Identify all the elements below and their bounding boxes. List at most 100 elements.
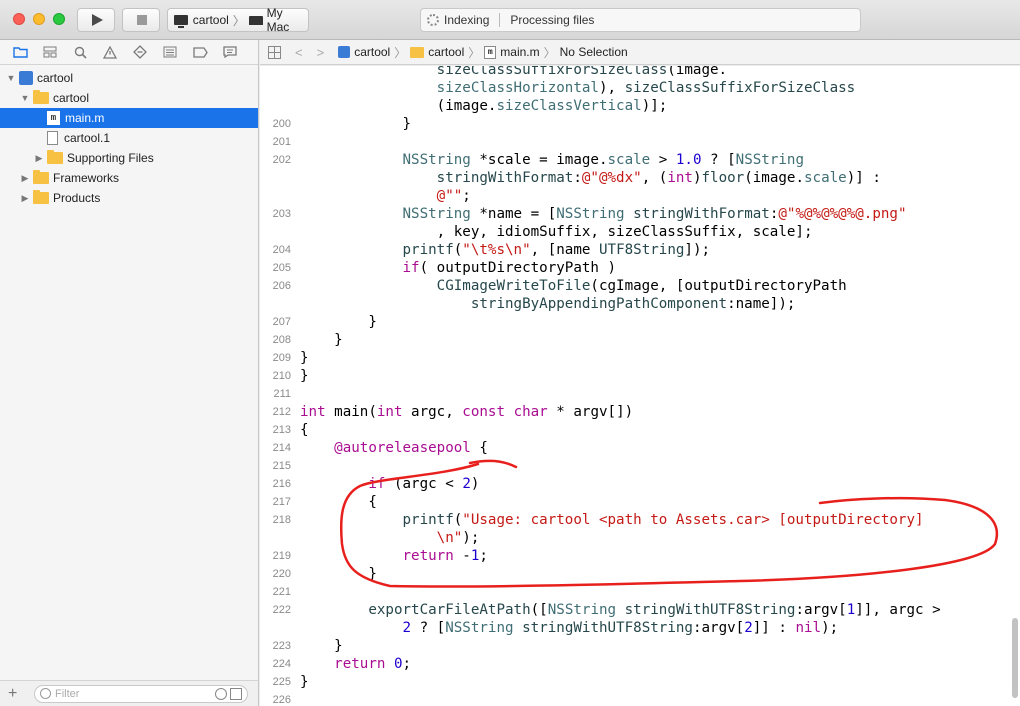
- code-text[interactable]: CGImageWriteToFile(cgImage, [outputDirec…: [300, 277, 847, 295]
- line-number: 211: [273, 388, 291, 400]
- code-text[interactable]: }: [300, 349, 309, 367]
- line-number: 214: [272, 442, 291, 454]
- code-text[interactable]: NSString *scale = image.scale > 1.0 ? [N…: [300, 151, 805, 169]
- code-text[interactable]: NSString *name = [NSString stringWithFor…: [300, 205, 907, 223]
- code-text[interactable]: }: [300, 637, 343, 655]
- test-diamond-icon[interactable]: [131, 43, 149, 61]
- code-text[interactable]: }: [300, 313, 377, 331]
- zoom-window-button[interactable]: [53, 13, 65, 25]
- tree-item[interactable]: ▶ Frameworks: [0, 168, 258, 188]
- disclosure-open-icon[interactable]: ▼: [20, 93, 30, 103]
- line-number: 217: [272, 496, 291, 508]
- code-line: stringWithFormat:@"@%dx", (int)floor(ima…: [260, 169, 1020, 187]
- scm-filter-icon[interactable]: [230, 687, 242, 700]
- line-number: 210: [272, 370, 291, 382]
- source-editor[interactable]: sizeClassSuffixForSizeClass(image. sizeC…: [260, 66, 1020, 706]
- code-text[interactable]: \n");: [300, 529, 480, 547]
- terminal-icon: [174, 15, 188, 28]
- stop-button[interactable]: [122, 8, 160, 32]
- code-line: 206 CGImageWriteToFile(cgImage, [outputD…: [260, 277, 1020, 295]
- filter-options: [215, 687, 242, 700]
- code-text[interactable]: {: [300, 493, 377, 511]
- disclosure-open-icon[interactable]: ▼: [6, 73, 16, 83]
- report-icon[interactable]: [221, 43, 239, 61]
- clock-icon[interactable]: [215, 687, 227, 700]
- disclosure-closed-icon[interactable]: ▶: [20, 193, 30, 204]
- folder-icon: [33, 90, 49, 104]
- code-line: 217 {: [260, 493, 1020, 511]
- code-text[interactable]: , key, idiomSuffix, sizeClassSuffix, sca…: [300, 223, 813, 241]
- code-text[interactable]: return -1;: [300, 547, 488, 565]
- line-number: 206: [272, 280, 291, 292]
- line-number: 205: [272, 262, 291, 274]
- close-window-button[interactable]: [13, 13, 25, 25]
- forward-arrow-icon[interactable]: >: [317, 45, 325, 60]
- code-text[interactable]: {: [300, 421, 309, 439]
- code-text[interactable]: sizeClassHorizontal), sizeClassSuffixFor…: [300, 79, 856, 97]
- chevron-right-icon: 〉: [468, 45, 481, 60]
- code-line: 216 if (argc < 2): [260, 475, 1020, 493]
- code-text[interactable]: stringByAppendingPathComponent:name]);: [300, 295, 796, 313]
- code-text[interactable]: }: [300, 367, 309, 385]
- minimize-window-button[interactable]: [33, 13, 45, 25]
- tree-item-label: cartool: [37, 71, 74, 85]
- filter-field[interactable]: Filter: [34, 684, 248, 703]
- code-line: 221: [260, 583, 1020, 601]
- code-text[interactable]: }: [300, 673, 309, 691]
- code-line: 219 return -1;: [260, 547, 1020, 565]
- debug-icon[interactable]: [161, 43, 179, 61]
- search-icon[interactable]: [71, 43, 89, 61]
- code-text[interactable]: }: [300, 565, 377, 583]
- line-number: 201: [272, 136, 291, 148]
- play-icon: [92, 14, 103, 26]
- line-number: 225: [272, 676, 291, 688]
- filter-icon: [40, 688, 51, 699]
- code-text[interactable]: @"";: [300, 187, 471, 205]
- code-text[interactable]: @autoreleasepool {: [300, 439, 488, 457]
- tree-item[interactable]: ▼ cartool: [0, 68, 258, 88]
- tree-item[interactable]: ▶ Supporting Files: [0, 148, 258, 168]
- stop-icon: [137, 15, 147, 25]
- code-text[interactable]: return 0;: [300, 655, 411, 673]
- add-icon[interactable]: +: [8, 685, 24, 703]
- line-number: 203: [272, 208, 291, 220]
- code-text[interactable]: }: [300, 115, 411, 133]
- breadcrumb-project[interactable]: cartool: [354, 45, 390, 59]
- scheme-target: cartool: [192, 13, 229, 27]
- code-text[interactable]: printf("\t%s\n", [name UTF8String]);: [300, 241, 711, 259]
- code-text[interactable]: }: [300, 331, 343, 349]
- code-text[interactable]: printf("Usage: cartool <path to Assets.c…: [300, 511, 924, 529]
- code-text[interactable]: stringWithFormat:@"@%dx", (int)floor(ima…: [300, 169, 881, 187]
- code-text[interactable]: exportCarFileAtPath([NSString stringWith…: [300, 601, 940, 619]
- breadcrumb-group[interactable]: cartool: [428, 45, 464, 59]
- code-text[interactable]: 2 ? [NSString stringWithUTF8String:argv[…: [300, 619, 839, 637]
- code-text[interactable]: if( outputDirectoryPath ): [300, 259, 617, 277]
- related-items-icon[interactable]: [268, 45, 281, 59]
- scheme-selector[interactable]: cartool 〉 My Mac: [167, 6, 309, 34]
- disclosure-closed-icon[interactable]: ▶: [20, 173, 30, 184]
- run-button[interactable]: [77, 8, 115, 32]
- code-line: 212 int main(int argc, const char * argv[…: [260, 403, 1020, 421]
- tree-item[interactable]: ▶ Products: [0, 188, 258, 208]
- breakpoint-icon[interactable]: [191, 43, 209, 61]
- vertical-scrollbar[interactable]: [1012, 618, 1018, 698]
- back-arrow-icon[interactable]: <: [295, 45, 303, 60]
- code-line: 208 }: [260, 331, 1020, 349]
- hierarchy-icon[interactable]: [41, 43, 59, 61]
- warning-icon[interactable]: [101, 43, 119, 61]
- spinner-icon: [427, 14, 439, 26]
- code-text[interactable]: int main(int argc, const char * argv[]): [300, 403, 633, 421]
- navigator-tabs: [0, 40, 258, 65]
- tree-item[interactable]: ▼ cartool: [0, 88, 258, 108]
- folder-icon[interactable]: [11, 43, 29, 61]
- code-text[interactable]: sizeClassSuffixForSizeClass(image.: [300, 66, 727, 79]
- disclosure-closed-icon[interactable]: ▶: [34, 153, 44, 164]
- line-number: 218: [272, 514, 291, 526]
- tree-item[interactable]: ▶mmain.m: [0, 108, 258, 128]
- breadcrumb-file[interactable]: main.m: [500, 45, 539, 59]
- code-line: 213 {: [260, 421, 1020, 439]
- code-text[interactable]: if (argc < 2): [300, 475, 479, 493]
- tree-item[interactable]: ▶cartool.1: [0, 128, 258, 148]
- code-text[interactable]: (image.sizeClassVertical)];: [300, 97, 668, 115]
- breadcrumb-symbol[interactable]: No Selection: [560, 45, 628, 59]
